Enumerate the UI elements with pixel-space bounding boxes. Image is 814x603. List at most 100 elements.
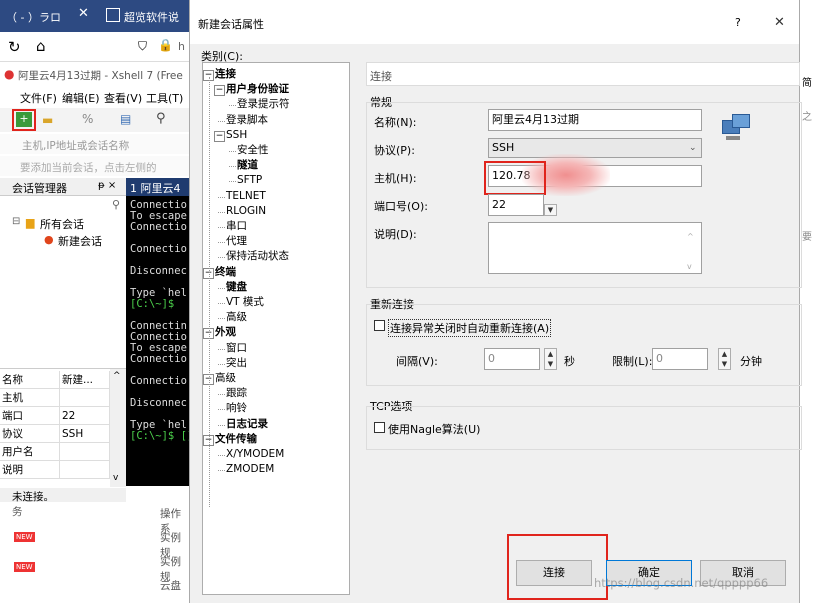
- interval-spinner[interactable]: ▲ ▼: [544, 348, 557, 370]
- tree-item[interactable]: 登录提示符: [237, 98, 290, 111]
- link-icon[interactable]: %: [82, 112, 93, 126]
- terminal-line: [C:\~]$ []: [130, 430, 190, 442]
- tree-root[interactable]: 所有会话: [40, 216, 84, 232]
- tree-item[interactable]: ZMODEM: [226, 463, 274, 476]
- properties-icon[interactable]: ▤: [120, 112, 131, 126]
- hint-bar: 要添加当前会话，点击左侧的: [0, 156, 190, 176]
- interval-label: 间隔(V):: [396, 355, 438, 368]
- tree-item[interactable]: 文件传输: [215, 433, 257, 446]
- tree-item[interactable]: 隧道: [237, 159, 258, 172]
- host-bar[interactable]: 主机,IP地址或会话名称: [0, 134, 190, 154]
- menu-tools[interactable]: 工具(T): [146, 90, 183, 106]
- props-header-value: 新建...: [59, 371, 110, 389]
- tree-connector: [218, 424, 225, 426]
- browser-tab-bar: （ - ）ラロ ✕ 超览软件说: [0, 0, 190, 32]
- status-bar: 未连接。: [0, 488, 126, 503]
- tree-item[interactable]: 响铃: [226, 402, 247, 415]
- reload-icon[interactable]: ↻: [8, 38, 21, 56]
- scroll-down-icon[interactable]: v: [687, 257, 692, 277]
- name-field[interactable]: 阿里云4月13过期: [488, 109, 702, 131]
- bottom-item[interactable]: 云盘: [160, 578, 181, 593]
- collapse-icon[interactable]: −: [214, 85, 225, 97]
- tree-item[interactable]: X/YMODEM: [226, 448, 284, 461]
- home-icon[interactable]: ⌂: [36, 37, 46, 55]
- toolbar: + ▬ % ▤ ⚲: [0, 108, 190, 132]
- interval-value: 0: [488, 352, 495, 365]
- tree-item[interactable]: 连接: [215, 68, 236, 81]
- tree-item[interactable]: 日志记录: [226, 418, 268, 431]
- scroll-up-icon[interactable]: ^: [113, 371, 121, 381]
- tree-session[interactable]: 新建会话: [58, 233, 102, 249]
- tree-item[interactable]: SFTP: [237, 174, 262, 187]
- interval-field[interactable]: 0: [484, 348, 540, 370]
- tree-connector: [218, 409, 225, 411]
- search-icon[interactable]: ⚲: [156, 111, 166, 126]
- tree-item[interactable]: 跟踪: [226, 387, 247, 400]
- menu-edit[interactable]: 编辑(E): [62, 90, 100, 106]
- menu-file[interactable]: 文件(F): [20, 90, 57, 106]
- tree-item[interactable]: TELNET: [226, 190, 266, 203]
- tree-item[interactable]: 串口: [226, 220, 247, 233]
- browser-tab-partial-2[interactable]: 超览软件说: [124, 9, 179, 25]
- highlight-connect: [507, 534, 608, 600]
- tab-favicon-icon: [106, 8, 120, 22]
- scroll-down-icon[interactable]: v: [113, 473, 118, 483]
- tree-connector: [209, 77, 210, 507]
- port-spinner-down[interactable]: ▼: [544, 204, 557, 216]
- reconnect-checkbox[interactable]: [374, 320, 385, 331]
- tree-item[interactable]: SSH: [226, 129, 247, 142]
- tree-item[interactable]: RLOGIN: [226, 205, 266, 218]
- host-label: 主机(H):: [374, 172, 417, 185]
- terminal-line: Connectio: [130, 375, 187, 387]
- highlight-new-session: [12, 109, 36, 131]
- close-tab-icon[interactable]: ✕: [78, 6, 89, 21]
- description-field[interactable]: ^ v: [488, 222, 702, 274]
- reconnect-check-label[interactable]: 连接异常关闭时自动重新连接(A): [388, 319, 552, 337]
- nagle-check-label[interactable]: 使用Nagle算法(U): [388, 421, 480, 437]
- tree-item[interactable]: 窗口: [226, 342, 247, 355]
- collapse-icon[interactable]: −: [214, 130, 225, 142]
- collapse-icon[interactable]: ⊟: [12, 216, 20, 227]
- props-scrollbar[interactable]: ^ v: [110, 369, 126, 487]
- url-partial[interactable]: h: [178, 40, 185, 53]
- tree-item[interactable]: 登录脚本: [226, 114, 268, 127]
- new-session-dialog: 新建会话属性 ? ✕ 类别(C): 连接 − 用户身份验证 − 登录提示符 登录脚本 SSH…: [189, 0, 802, 603]
- add-session-hint: 要添加当前会话，点击左侧的: [20, 162, 157, 174]
- terminal-tab[interactable]: 1 阿里云4: [126, 178, 190, 196]
- new-badge: NEW: [14, 532, 35, 542]
- menu-view[interactable]: 查看(V): [104, 90, 142, 106]
- terminal-output[interactable]: Connectio To escape Connectio Connectio Di…: [126, 196, 190, 486]
- open-folder-icon[interactable]: ▬: [42, 113, 53, 127]
- tree-item[interactable]: 高级: [226, 311, 247, 324]
- tree-connector: [229, 166, 236, 168]
- scroll-up-icon[interactable]: ^: [687, 227, 694, 247]
- host-input-hint[interactable]: 主机,IP地址或会话名称: [22, 138, 129, 153]
- help-button[interactable]: ?: [735, 16, 741, 29]
- browser-tab-partial[interactable]: （ - ）ラロ: [6, 9, 61, 25]
- limit-field[interactable]: 0: [652, 348, 708, 370]
- tree-connector: [229, 181, 236, 183]
- terminal-line: [C:\~]$: [130, 298, 175, 310]
- pin-close-icon[interactable]: ᵽ ×: [98, 180, 116, 191]
- tree-item[interactable]: 用户身份验证: [226, 83, 289, 96]
- port-field[interactable]: 22: [488, 194, 544, 216]
- close-button[interactable]: ✕: [774, 15, 785, 30]
- port-label: 端口号(O):: [374, 200, 428, 213]
- tree-item[interactable]: VT 模式: [226, 296, 264, 309]
- tree-item[interactable]: 终端: [215, 266, 236, 279]
- search-icon[interactable]: ⚲: [112, 198, 120, 211]
- tree-item[interactable]: 代理: [226, 235, 247, 248]
- tree-item[interactable]: 安全性: [237, 144, 269, 157]
- tree-item[interactable]: 突出: [226, 357, 247, 370]
- nagle-checkbox[interactable]: [374, 422, 385, 433]
- tree-item[interactable]: 外观: [215, 326, 236, 339]
- terminal-tab-label[interactable]: 1 阿里云4: [130, 180, 181, 196]
- limit-spinner[interactable]: ▲ ▼: [718, 348, 731, 370]
- props-header: 名称 新建...: [0, 371, 110, 389]
- tree-item[interactable]: 高级: [215, 372, 236, 385]
- table-row: 用户名: [0, 442, 110, 461]
- chevron-down-icon[interactable]: ⌄: [689, 139, 697, 157]
- tree-item[interactable]: 保持活动状态: [226, 250, 289, 263]
- tree-item[interactable]: 键盘: [226, 281, 247, 294]
- tree-connector: [218, 363, 225, 365]
